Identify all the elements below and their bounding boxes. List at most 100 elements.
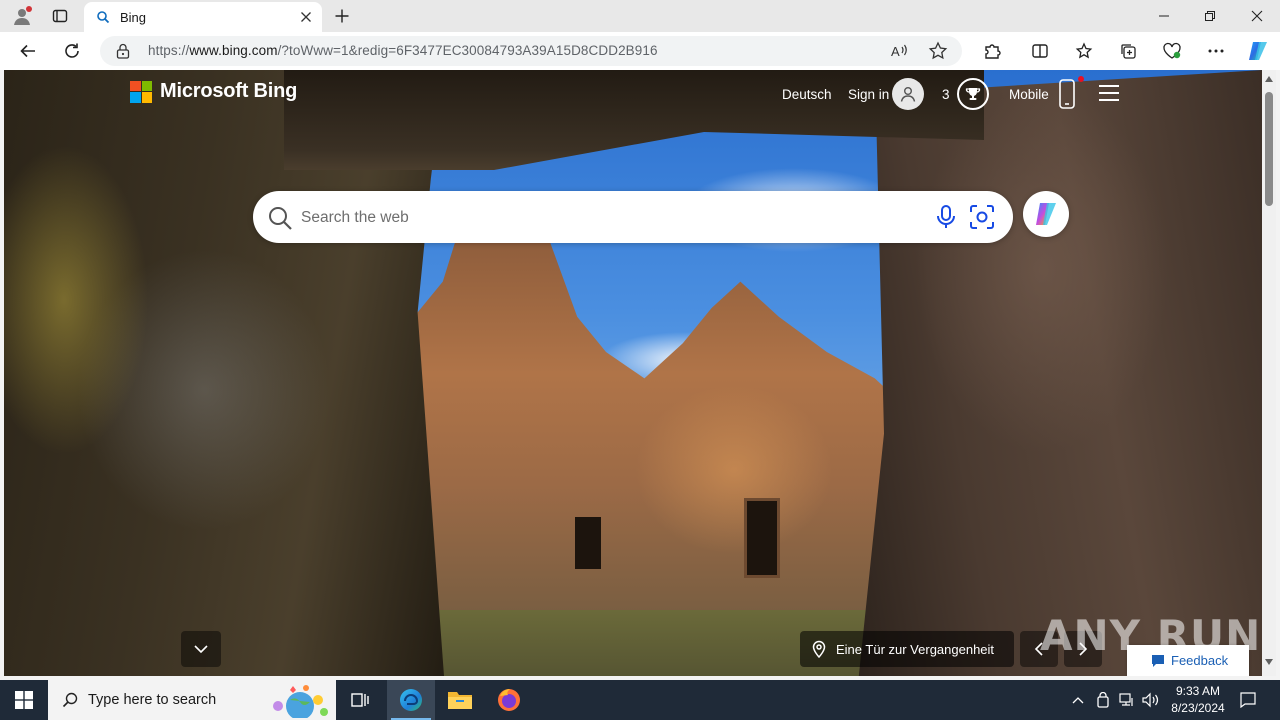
svg-text:A: A	[891, 44, 900, 59]
scroll-down-arrow-icon[interactable]	[1265, 659, 1273, 665]
restore-button[interactable]	[1187, 0, 1233, 32]
url-scheme: https://	[148, 43, 190, 58]
rewards-count[interactable]: 3	[942, 87, 950, 102]
profile-button[interactable]	[8, 4, 36, 28]
bing-logo[interactable]: Microsoft Bing	[130, 80, 297, 103]
taskbar-edge[interactable]	[387, 680, 435, 720]
refresh-button[interactable]	[56, 36, 88, 66]
collections-icon	[1121, 44, 1136, 59]
tab-strip: Bing	[0, 0, 1280, 32]
tab-bing[interactable]: Bing	[84, 2, 322, 32]
caption-text: Eine Tür zur Vergangenheit	[836, 641, 995, 657]
url-path: /?toWww=1&redig=6F3477EC30084793A39A15D8…	[277, 43, 658, 58]
visual-search-icon[interactable]	[969, 204, 995, 230]
windows-taskbar: Type here to search 9:33 AM 8/23/2024	[0, 680, 1280, 720]
scroll-down-button[interactable]	[181, 631, 221, 667]
scrollbar-thumb[interactable]	[1265, 92, 1273, 206]
address-bar[interactable]: https://www.bing.com/?toWww=1&redig=6F34…	[100, 36, 962, 66]
firefox-icon	[498, 689, 520, 711]
edge-icon	[400, 689, 422, 711]
language-link[interactable]: Deutsch	[782, 87, 832, 102]
microphone-icon[interactable]	[935, 204, 957, 230]
tab-title: Bing	[120, 9, 147, 25]
copilot-sidebar-button[interactable]	[1242, 36, 1274, 66]
search-icon	[269, 207, 292, 230]
puzzle-icon	[985, 44, 1001, 59]
plus-icon	[335, 9, 349, 23]
heart-pulse-icon	[1163, 42, 1181, 59]
scroll-up-arrow-icon[interactable]	[1265, 76, 1273, 82]
start-button[interactable]	[0, 680, 48, 720]
mobile-phone-icon[interactable]	[1058, 76, 1084, 110]
restore-icon	[1205, 11, 1215, 21]
search-input[interactable]	[299, 201, 923, 235]
new-tab-button[interactable]	[328, 4, 356, 28]
feedback-label: Feedback	[1171, 653, 1229, 668]
copilot-button[interactable]	[1023, 191, 1069, 237]
favorites-button[interactable]	[1068, 36, 1100, 66]
folder-icon	[448, 692, 472, 709]
device-security-icon	[1097, 692, 1109, 708]
system-clock[interactable]: 9:33 AM 8/23/2024	[1160, 683, 1236, 717]
split-screen-button[interactable]	[1024, 36, 1056, 66]
image-caption[interactable]: Eine Tür zur Vergangenheit	[800, 631, 1014, 667]
feedback-chat-icon	[1152, 654, 1164, 667]
background-doorway	[744, 498, 780, 578]
clock-date: 8/23/2024	[1171, 701, 1225, 715]
browser-toolbar: https://www.bing.com/?toWww=1&redig=6F34…	[0, 32, 1280, 70]
url-text[interactable]: https://www.bing.com/?toWww=1&redig=6F34…	[148, 43, 658, 58]
windows-logo-icon	[15, 691, 33, 709]
minimize-button[interactable]	[1141, 0, 1187, 32]
network-button[interactable]	[1116, 680, 1138, 720]
notification-center-button[interactable]	[1234, 680, 1262, 720]
read-aloud-icon[interactable]: A	[890, 41, 910, 61]
chevron-down-icon	[194, 645, 208, 654]
tab-actions-icon	[52, 9, 68, 23]
settings-more-button[interactable]	[1200, 36, 1232, 66]
taskbar-search-placeholder: Type here to search	[88, 692, 217, 708]
back-button[interactable]	[12, 36, 44, 66]
show-hidden-icons-button[interactable]	[1068, 680, 1088, 720]
mobile-notification-dot	[1078, 76, 1084, 82]
network-icon	[1119, 693, 1133, 706]
sign-in-link[interactable]: Sign in	[848, 87, 889, 102]
close-tab-icon[interactable]	[298, 9, 314, 25]
copilot-icon	[1249, 42, 1267, 60]
location-pin-icon	[812, 640, 826, 658]
background-stone-right	[858, 70, 1262, 676]
taskbar-firefox[interactable]	[485, 680, 533, 720]
close-window-button[interactable]	[1234, 0, 1280, 32]
mobile-link[interactable]: Mobile	[1009, 87, 1049, 102]
lock-icon[interactable]	[116, 43, 130, 59]
search-box[interactable]	[253, 191, 1013, 243]
search-highlight-globe-icon	[273, 685, 328, 718]
rewards-button[interactable]	[957, 78, 989, 110]
split-screen-icon	[1032, 44, 1048, 58]
hamburger-menu-icon[interactable]	[1098, 84, 1120, 102]
clock-time: 9:33 AM	[1175, 684, 1221, 698]
logo-text: Microsoft Bing	[160, 80, 298, 102]
page-scrollbar[interactable]	[1262, 70, 1276, 676]
back-arrow-icon	[20, 44, 35, 58]
taskbar-task-view[interactable]	[336, 680, 384, 720]
add-favorite-star-icon[interactable]	[928, 41, 948, 61]
trophy-icon	[965, 88, 981, 100]
profile-notification-dot	[26, 6, 32, 12]
user-icon	[900, 87, 916, 102]
extensions-button[interactable]	[976, 36, 1008, 66]
more-dots-icon	[1208, 49, 1224, 53]
taskbar-file-explorer[interactable]	[436, 680, 484, 720]
browser-essentials-button[interactable]	[1156, 36, 1188, 66]
background-doorway	[575, 517, 601, 569]
feedback-button[interactable]: Feedback	[1127, 645, 1249, 676]
url-host: www.bing.com	[189, 43, 278, 58]
microsoft-logo-icon	[130, 80, 152, 103]
taskbar-search-box[interactable]: Type here to search	[48, 680, 336, 720]
speaker-icon	[1142, 692, 1159, 708]
collections-button[interactable]	[1112, 36, 1144, 66]
tab-actions-button[interactable]	[46, 4, 74, 28]
task-view-icon	[351, 693, 369, 707]
volume-button[interactable]	[1140, 680, 1162, 720]
avatar[interactable]	[892, 78, 924, 110]
tray-device-icon-button[interactable]	[1092, 680, 1114, 720]
